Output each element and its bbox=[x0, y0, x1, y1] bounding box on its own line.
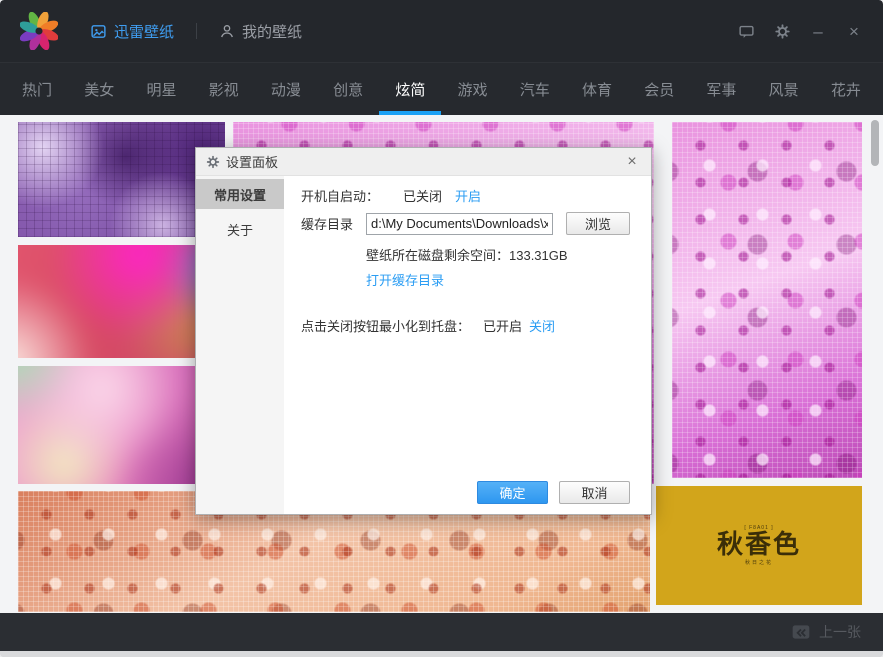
tab-car[interactable]: 汽车 bbox=[520, 63, 550, 115]
previous-label: 上一张 bbox=[819, 622, 861, 642]
tab-creative[interactable]: 创意 bbox=[333, 63, 363, 115]
sidebar-item-general-settings[interactable]: 常用设置 bbox=[196, 179, 284, 209]
cache-dir-row: 缓存目录 浏览 bbox=[301, 212, 630, 235]
autostart-row: 开机自启动： 已关闭 开启 bbox=[301, 186, 481, 205]
close-button[interactable]: × bbox=[845, 23, 863, 40]
cache-path-input[interactable] bbox=[366, 213, 553, 235]
tab-military[interactable]: 军事 bbox=[706, 63, 736, 115]
autostart-status: 已关闭 bbox=[403, 186, 442, 205]
app-window: 迅雷壁纸 我的壁纸 bbox=[0, 0, 883, 657]
nav-wallpaper-home[interactable]: 迅雷壁纸 bbox=[90, 21, 174, 42]
tray-label: 点击关闭按钮最小化到托盘： bbox=[301, 316, 470, 335]
cache-dir-label: 缓存目录 bbox=[301, 214, 366, 233]
dialog-sidebar: 常用设置 关于 bbox=[196, 176, 284, 514]
minimize-button[interactable]: – bbox=[809, 23, 827, 40]
wallpaper-thumb-pastel-blur[interactable] bbox=[18, 366, 212, 484]
card-title: 秋香色 bbox=[717, 531, 801, 560]
window-controls: – × bbox=[737, 22, 863, 40]
disk-space-text: 壁纸所在磁盘剩余空间：133.31GB bbox=[366, 245, 568, 264]
previous-image-icon bbox=[791, 622, 811, 642]
vertical-scrollbar[interactable] bbox=[871, 120, 879, 166]
gear-icon bbox=[206, 155, 220, 169]
wallpaper-thumb-pink-mosaic-right[interactable] bbox=[672, 122, 862, 478]
gear-icon bbox=[774, 23, 791, 40]
tab-star[interactable]: 明星 bbox=[146, 63, 176, 115]
dialog-main: 开机自启动： 已关闭 开启 缓存目录 浏览 壁纸所在磁盘剩余空间：133.31G… bbox=[284, 176, 651, 514]
nav-my-wallpaper[interactable]: 我的壁纸 bbox=[219, 21, 302, 42]
autostart-label: 开机自启动： bbox=[301, 186, 379, 205]
ok-button[interactable]: 确定 bbox=[477, 481, 548, 504]
my-wallpaper-label: 我的壁纸 bbox=[242, 21, 302, 42]
window-bottom-edge bbox=[0, 651, 883, 657]
user-icon bbox=[219, 23, 235, 39]
tray-disable-link[interactable]: 关闭 bbox=[529, 316, 555, 335]
app-title: 迅雷壁纸 bbox=[114, 21, 174, 42]
settings-dialog: 设置面板 × 常用设置 关于 开机自启动： 已关闭 开启 bbox=[195, 147, 652, 515]
tab-scenery[interactable]: 风景 bbox=[769, 63, 799, 115]
tab-sports[interactable]: 体育 bbox=[582, 63, 612, 115]
tab-flower[interactable]: 花卉 bbox=[831, 63, 861, 115]
wallpaper-thumb-autumn-color-card[interactable]: [ F8A01 ] 秋香色 秋日之花 bbox=[656, 486, 862, 605]
tab-hot[interactable]: 热门 bbox=[22, 63, 52, 115]
tray-row: 点击关闭按钮最小化到托盘： 已开启 关闭 bbox=[301, 316, 555, 335]
card-subtitle: 秋日之花 bbox=[745, 559, 773, 566]
texture bbox=[18, 366, 212, 484]
category-tab-bar: 热门 美女 明星 影视 动漫 创意 炫简 游戏 汽车 体育 会员 军事 风景 花… bbox=[0, 62, 883, 115]
texture bbox=[18, 245, 212, 358]
cancel-button[interactable]: 取消 bbox=[559, 481, 630, 504]
tab-beauty[interactable]: 美女 bbox=[84, 63, 114, 115]
bottom-bar: 上一张 bbox=[0, 613, 883, 651]
wallpaper-grid: [ F8A01 ] 秋香色 秋日之花 bbox=[0, 115, 883, 613]
dialog-title-bar: 设置面板 × bbox=[196, 148, 651, 176]
tray-status: 已开启 bbox=[483, 316, 522, 335]
open-cache-dir-link[interactable]: 打开缓存目录 bbox=[366, 270, 444, 289]
dialog-close-button[interactable]: × bbox=[623, 154, 641, 170]
tab-vip[interactable]: 会员 bbox=[644, 63, 674, 115]
sidebar-item-about[interactable]: 关于 bbox=[196, 214, 284, 244]
tab-anime[interactable]: 动漫 bbox=[271, 63, 301, 115]
tab-minimal-active[interactable]: 炫简 bbox=[395, 63, 425, 115]
top-bar: 迅雷壁纸 我的壁纸 bbox=[0, 0, 883, 62]
dialog-title: 设置面板 bbox=[226, 152, 278, 171]
autostart-enable-link[interactable]: 开启 bbox=[455, 186, 481, 205]
tab-movie[interactable]: 影视 bbox=[209, 63, 239, 115]
browse-button[interactable]: 浏览 bbox=[566, 212, 630, 235]
dialog-footer: 确定 取消 bbox=[477, 481, 630, 504]
tab-game[interactable]: 游戏 bbox=[458, 63, 488, 115]
wallpaper-thumb-purple-grid[interactable] bbox=[18, 122, 225, 237]
settings-button[interactable] bbox=[773, 22, 791, 40]
comment-icon bbox=[738, 23, 755, 40]
previous-wallpaper-button[interactable]: 上一张 bbox=[791, 622, 861, 642]
nav-divider bbox=[196, 23, 197, 39]
dialog-body: 常用设置 关于 开机自启动： 已关闭 开启 缓存目录 浏览 bbox=[196, 176, 651, 514]
feedback-button[interactable] bbox=[737, 22, 755, 40]
app-logo-pinwheel-icon bbox=[20, 12, 58, 50]
picture-icon bbox=[90, 23, 107, 40]
wallpaper-thumb-pink-blur[interactable] bbox=[18, 245, 212, 358]
top-nav: 迅雷壁纸 我的壁纸 bbox=[90, 21, 302, 42]
